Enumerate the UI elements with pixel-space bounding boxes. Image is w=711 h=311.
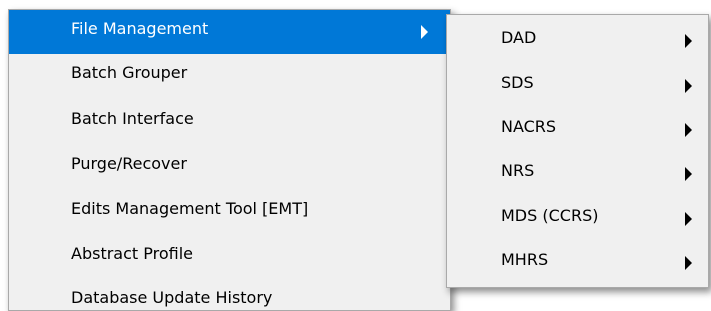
- submenu-arrow-icon: [685, 34, 692, 48]
- submenu-item-label: NRS: [501, 161, 535, 180]
- menu-item-label: Edits Management Tool [EMT]: [71, 199, 309, 218]
- menu-item-label: Purge/Recover: [71, 154, 187, 173]
- submenu-item-label: DAD: [501, 28, 537, 47]
- menu-item-abstract-profile[interactable]: Abstract Profile: [9, 235, 450, 279]
- menu-item-label: File Management: [71, 19, 209, 38]
- submenu-item-mds-ccrs[interactable]: MDS (CCRS): [447, 197, 708, 241]
- submenu-arrow-icon: [685, 123, 692, 137]
- submenu-arrow-icon: [421, 25, 428, 39]
- menu-item-label: Batch Interface: [71, 109, 194, 128]
- submenu-arrow-icon: [685, 212, 692, 226]
- submenu-arrow-icon: [685, 167, 692, 181]
- submenu-arrow-icon: [685, 79, 692, 93]
- submenu-item-label: MDS (CCRS): [501, 206, 599, 225]
- submenu-item-label: NACRS: [501, 117, 557, 136]
- menu-item-batch-interface[interactable]: Batch Interface: [9, 100, 450, 144]
- submenu-item-label: MHRS: [501, 250, 549, 269]
- file-management-submenu: DAD SDS NACRS NRS MDS (CCRS) MHRS: [446, 14, 709, 288]
- menu-item-file-management[interactable]: File Management: [9, 10, 450, 54]
- menu-item-edits-management-tool[interactable]: Edits Management Tool [EMT]: [9, 190, 450, 234]
- submenu-item-nacrs[interactable]: NACRS: [447, 108, 708, 152]
- submenu-item-sds[interactable]: SDS: [447, 64, 708, 108]
- submenu-item-mhrs[interactable]: MHRS: [447, 241, 708, 285]
- main-context-menu: File Management Batch Grouper Batch Inte…: [8, 9, 451, 311]
- submenu-arrow-icon: [685, 256, 692, 270]
- submenu-item-label: SDS: [501, 73, 534, 92]
- menu-item-label: Batch Grouper: [71, 63, 188, 82]
- menu-item-database-update-history[interactable]: Database Update History: [9, 279, 450, 310]
- submenu-item-nrs[interactable]: NRS: [447, 152, 708, 196]
- submenu-item-dad[interactable]: DAD: [447, 19, 708, 63]
- menu-item-purge-recover[interactable]: Purge/Recover: [9, 145, 450, 189]
- menu-item-batch-grouper[interactable]: Batch Grouper: [9, 54, 450, 98]
- menu-item-label: Database Update History: [71, 288, 273, 307]
- menu-item-label: Abstract Profile: [71, 244, 193, 263]
